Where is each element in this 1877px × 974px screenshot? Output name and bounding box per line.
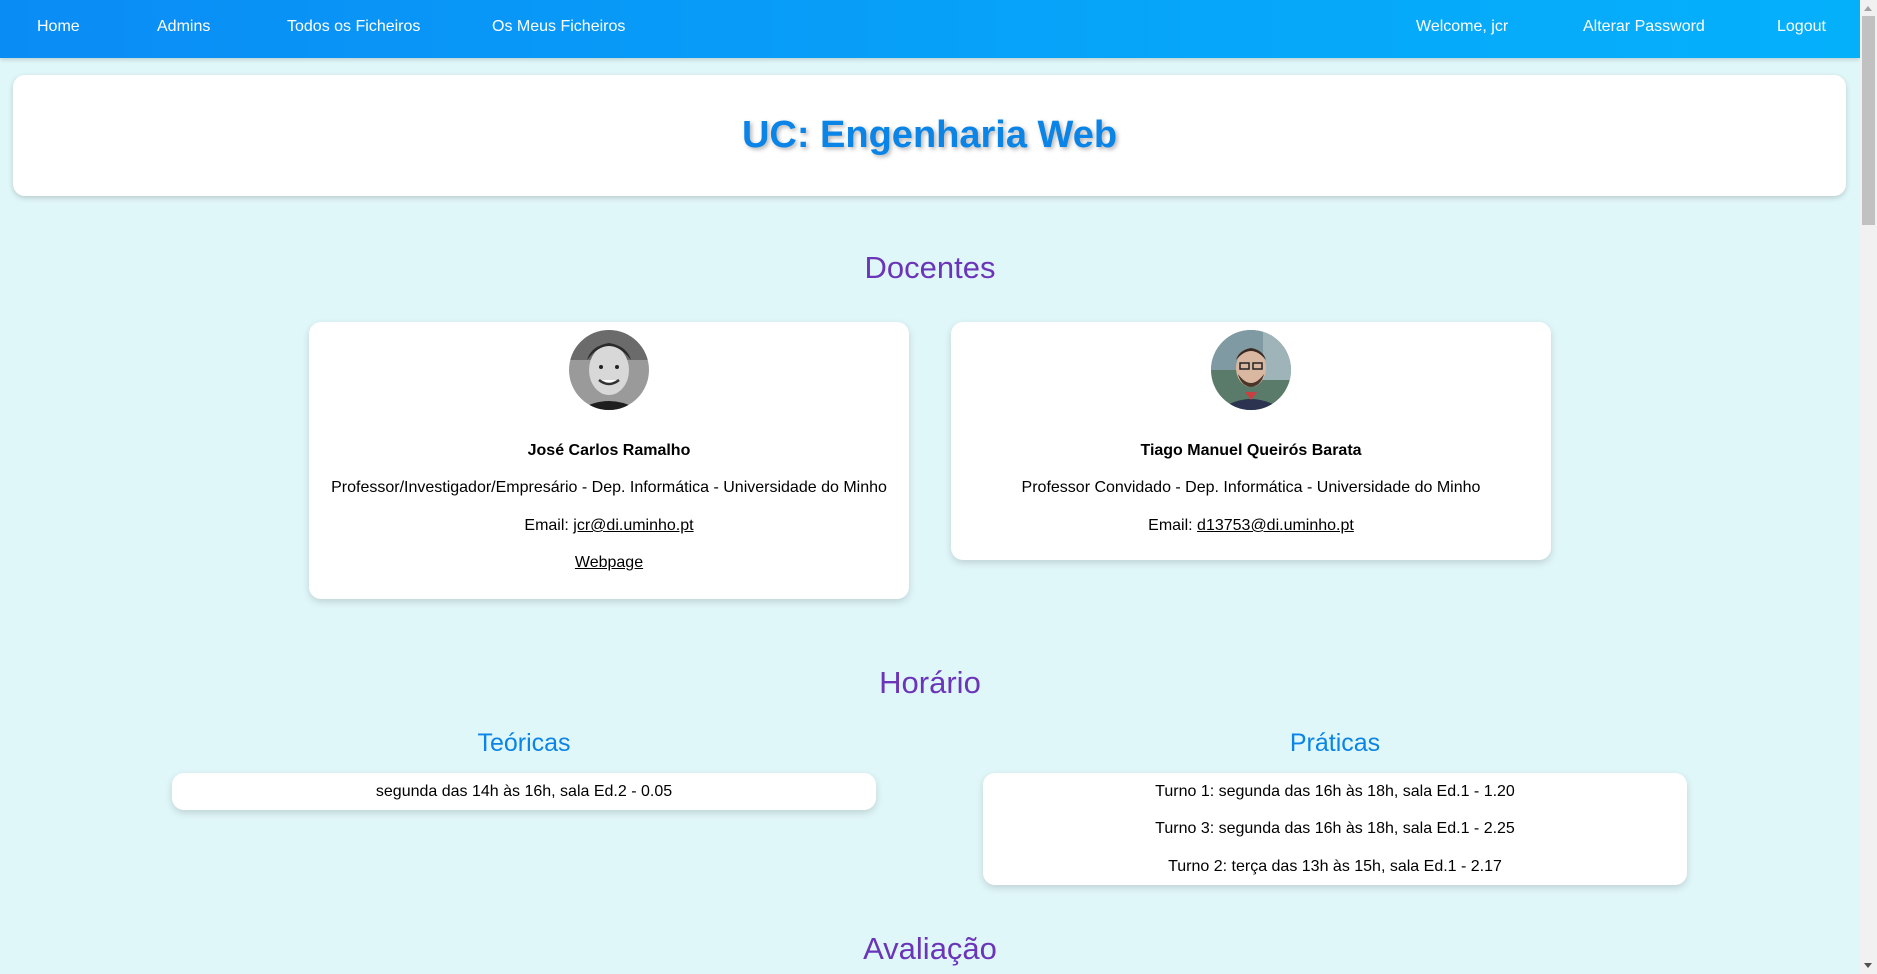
praticas-slot: Turno 1: segunda das 16h às 18h, sala Ed… bbox=[1155, 783, 1515, 800]
docente-card: Tiago Manuel Queirós Barata Professor Co… bbox=[951, 322, 1551, 560]
docente-email-row: Email: d13753@di.uminho.pt bbox=[951, 517, 1551, 535]
scroll-down-arrow-icon[interactable] bbox=[1864, 963, 1872, 968]
docente-webpage-row: Webpage bbox=[309, 554, 909, 572]
page-scrollbar[interactable] bbox=[1860, 0, 1877, 974]
nav-alterar-password-link[interactable]: Alterar Password bbox=[1583, 0, 1705, 53]
docente-card: José Carlos Ramalho Professor/Investigad… bbox=[309, 322, 909, 599]
avatar bbox=[1211, 330, 1291, 410]
nav-meus-ficheiros-link[interactable]: Os Meus Ficheiros bbox=[492, 0, 625, 53]
docente-role: Professor Convidado - Dep. Informática -… bbox=[1021, 479, 1481, 496]
docente-role: Professor/Investigador/Empresário - Dep.… bbox=[331, 479, 887, 496]
teoricas-card: segunda das 14h às 16h, sala Ed.2 - 0.05 bbox=[172, 773, 876, 810]
praticas-heading: Práticas bbox=[1289, 729, 1381, 757]
nav-logout-link[interactable]: Logout bbox=[1777, 0, 1826, 53]
praticas-card: Turno 1: segunda das 16h às 18h, sala Ed… bbox=[983, 773, 1687, 885]
teoricas-slot: segunda das 14h às 16h, sala Ed.2 - 0.05 bbox=[375, 783, 673, 800]
docente-webpage-link[interactable]: Webpage bbox=[575, 554, 643, 571]
nav-todos-ficheiros-link[interactable]: Todos os Ficheiros bbox=[287, 0, 420, 53]
avatar bbox=[569, 330, 649, 410]
docente-email-link[interactable]: d13753@di.uminho.pt bbox=[1197, 517, 1354, 534]
scroll-thumb[interactable] bbox=[1862, 16, 1875, 225]
docentes-heading: Docentes bbox=[864, 250, 996, 285]
docente-name: José Carlos Ramalho bbox=[527, 442, 691, 459]
page-title: UC: Engenharia Web bbox=[741, 114, 1118, 156]
title-card: UC: Engenharia Web bbox=[13, 75, 1846, 196]
docente-email-link[interactable]: jcr@di.uminho.pt bbox=[573, 517, 693, 534]
docente-email-row: Email: jcr@di.uminho.pt bbox=[309, 517, 909, 535]
praticas-slot: Turno 3: segunda das 16h às 18h, sala Ed… bbox=[1155, 820, 1515, 837]
email-label: Email: bbox=[524, 517, 569, 534]
horario-heading: Horário bbox=[879, 665, 981, 700]
nav-welcome-user[interactable]: Welcome, jcr bbox=[1416, 0, 1508, 53]
top-navbar: Home Admins Todos os Ficheiros Os Meus F… bbox=[0, 0, 1860, 58]
docente-name: Tiago Manuel Queirós Barata bbox=[1140, 442, 1362, 459]
nav-home-link[interactable]: Home bbox=[37, 0, 80, 53]
teoricas-heading: Teóricas bbox=[477, 729, 571, 757]
praticas-slot: Turno 2: terça das 13h às 15h, sala Ed.1… bbox=[1168, 858, 1502, 875]
avaliacao-heading: Avaliação bbox=[863, 931, 997, 966]
nav-admins-link[interactable]: Admins bbox=[157, 0, 210, 53]
email-label: Email: bbox=[1148, 517, 1193, 534]
scroll-up-arrow-icon[interactable] bbox=[1864, 6, 1872, 11]
